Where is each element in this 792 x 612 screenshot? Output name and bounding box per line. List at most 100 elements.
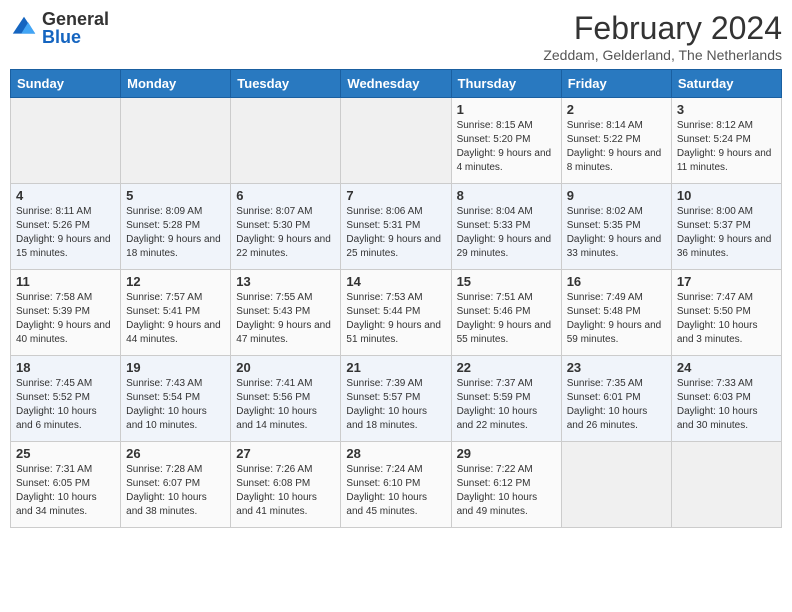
calendar-cell: 2 Sunrise: 8:14 AM Sunset: 5:22 PM Daylig… <box>561 98 671 184</box>
day-info: Sunrise: 8:09 AM Sunset: 5:28 PM Dayligh… <box>126 205 225 261</box>
calendar-cell: 16Sunrise: 7:49 AM Sunset: 5:48 PM Dayli… <box>561 270 671 356</box>
logo-general-text: General <box>42 10 109 28</box>
calendar-cell: 7Sunrise: 8:06 AM Sunset: 5:31 PM Daylig… <box>341 184 451 270</box>
day-number: 9 <box>567 188 666 203</box>
day-number: 13 <box>236 274 335 289</box>
day-info: Sunrise: 7:47 AM Sunset: 5:50 PM Dayligh… <box>677 291 776 347</box>
day-number: 26 <box>126 446 225 461</box>
day-number: 19 <box>126 360 225 375</box>
calendar-cell <box>231 98 341 184</box>
calendar-cell: 8 Sunrise: 8:04 AM Sunset: 5:33 PM Daylig… <box>451 184 561 270</box>
day-number: 10 <box>677 188 776 203</box>
day-number: 15 <box>457 274 556 289</box>
day-info: Sunrise: 7:45 AM Sunset: 5:52 PM Dayligh… <box>16 377 115 433</box>
logo-blue-text: Blue <box>42 28 109 46</box>
day-info: Sunrise: 8:12 AM Sunset: 5:24 PM Dayligh… <box>677 119 776 175</box>
calendar-cell: 6 Sunrise: 8:07 AM Sunset: 5:30 PM Daylig… <box>231 184 341 270</box>
calendar-cell: 1 Sunrise: 8:15 AM Sunset: 5:20 PM Daylig… <box>451 98 561 184</box>
day-number: 25 <box>16 446 115 461</box>
calendar-cell: 5 Sunrise: 8:09 AM Sunset: 5:28 PM Daylig… <box>121 184 231 270</box>
calendar-cell: 21 Sunrise: 7:39 AM Sunset: 5:57 PM Dayli… <box>341 356 451 442</box>
calendar-table: SundayMondayTuesdayWednesdayThursdayFrid… <box>10 69 782 528</box>
calendar-cell: 19Sunrise: 7:43 AM Sunset: 5:54 PM Dayli… <box>121 356 231 442</box>
calendar-week-row: 25 Sunrise: 7:31 AM Sunset: 6:05 PM Dayli… <box>11 442 782 528</box>
day-info: Sunrise: 7:31 AM Sunset: 6:05 PM Dayligh… <box>16 463 115 519</box>
day-info: Sunrise: 7:22 AM Sunset: 6:12 PM Dayligh… <box>457 463 556 519</box>
day-info: Sunrise: 7:55 AM Sunset: 5:43 PM Dayligh… <box>236 291 335 347</box>
calendar-cell: 9 Sunrise: 8:02 AM Sunset: 5:35 PM Daylig… <box>561 184 671 270</box>
header-monday: Monday <box>121 70 231 98</box>
day-number: 11 <box>16 274 115 289</box>
title-block: February 2024 Zeddam, Gelderland, The Ne… <box>543 10 782 63</box>
day-number: 1 <box>457 102 556 117</box>
calendar-cell: 22Sunrise: 7:37 AM Sunset: 5:59 PM Dayli… <box>451 356 561 442</box>
day-number: 6 <box>236 188 335 203</box>
calendar-cell: 15Sunrise: 7:51 AM Sunset: 5:46 PM Dayli… <box>451 270 561 356</box>
calendar-header-row: SundayMondayTuesdayWednesdayThursdayFrid… <box>11 70 782 98</box>
logo-icon <box>10 14 38 42</box>
calendar-cell <box>671 442 781 528</box>
day-info: Sunrise: 7:35 AM Sunset: 6:01 PM Dayligh… <box>567 377 666 433</box>
calendar-cell: 3 Sunrise: 8:12 AM Sunset: 5:24 PM Daylig… <box>671 98 781 184</box>
day-info: Sunrise: 7:37 AM Sunset: 5:59 PM Dayligh… <box>457 377 556 433</box>
day-info: Sunrise: 7:39 AM Sunset: 5:57 PM Dayligh… <box>346 377 445 433</box>
day-info: Sunrise: 7:58 AM Sunset: 5:39 PM Dayligh… <box>16 291 115 347</box>
day-number: 24 <box>677 360 776 375</box>
day-info: Sunrise: 8:02 AM Sunset: 5:35 PM Dayligh… <box>567 205 666 261</box>
day-number: 29 <box>457 446 556 461</box>
calendar-cell <box>121 98 231 184</box>
day-info: Sunrise: 8:07 AM Sunset: 5:30 PM Dayligh… <box>236 205 335 261</box>
calendar-cell: 23Sunrise: 7:35 AM Sunset: 6:01 PM Dayli… <box>561 356 671 442</box>
header-wednesday: Wednesday <box>341 70 451 98</box>
day-info: Sunrise: 8:04 AM Sunset: 5:33 PM Dayligh… <box>457 205 556 261</box>
day-number: 8 <box>457 188 556 203</box>
header-saturday: Saturday <box>671 70 781 98</box>
day-info: Sunrise: 8:15 AM Sunset: 5:20 PM Dayligh… <box>457 119 556 175</box>
day-info: Sunrise: 7:24 AM Sunset: 6:10 PM Dayligh… <box>346 463 445 519</box>
calendar-cell: 4Sunrise: 8:11 AM Sunset: 5:26 PM Daylig… <box>11 184 121 270</box>
header-friday: Friday <box>561 70 671 98</box>
calendar-cell: 18 Sunrise: 7:45 AM Sunset: 5:52 PM Dayli… <box>11 356 121 442</box>
calendar-cell: 28 Sunrise: 7:24 AM Sunset: 6:10 PM Dayli… <box>341 442 451 528</box>
day-info: Sunrise: 7:26 AM Sunset: 6:08 PM Dayligh… <box>236 463 335 519</box>
day-number: 21 <box>346 360 445 375</box>
day-number: 27 <box>236 446 335 461</box>
calendar-cell: 17 Sunrise: 7:47 AM Sunset: 5:50 PM Dayli… <box>671 270 781 356</box>
day-info: Sunrise: 7:28 AM Sunset: 6:07 PM Dayligh… <box>126 463 225 519</box>
day-info: Sunrise: 8:14 AM Sunset: 5:22 PM Dayligh… <box>567 119 666 175</box>
day-info: Sunrise: 7:53 AM Sunset: 5:44 PM Dayligh… <box>346 291 445 347</box>
day-info: Sunrise: 7:33 AM Sunset: 6:03 PM Dayligh… <box>677 377 776 433</box>
calendar-cell: 11 Sunrise: 7:58 AM Sunset: 5:39 PM Dayli… <box>11 270 121 356</box>
day-number: 28 <box>346 446 445 461</box>
calendar-cell: 29 Sunrise: 7:22 AM Sunset: 6:12 PM Dayli… <box>451 442 561 528</box>
calendar-cell: 24 Sunrise: 7:33 AM Sunset: 6:03 PM Dayli… <box>671 356 781 442</box>
day-info: Sunrise: 7:41 AM Sunset: 5:56 PM Dayligh… <box>236 377 335 433</box>
day-number: 3 <box>677 102 776 117</box>
calendar-cell: 25 Sunrise: 7:31 AM Sunset: 6:05 PM Dayli… <box>11 442 121 528</box>
calendar-week-row: 1 Sunrise: 8:15 AM Sunset: 5:20 PM Daylig… <box>11 98 782 184</box>
day-number: 7 <box>346 188 445 203</box>
calendar-week-row: 18 Sunrise: 7:45 AM Sunset: 5:52 PM Dayli… <box>11 356 782 442</box>
day-number: 5 <box>126 188 225 203</box>
calendar-week-row: 4Sunrise: 8:11 AM Sunset: 5:26 PM Daylig… <box>11 184 782 270</box>
calendar-cell: 13 Sunrise: 7:55 AM Sunset: 5:43 PM Dayli… <box>231 270 341 356</box>
header-tuesday: Tuesday <box>231 70 341 98</box>
calendar-cell: 10 Sunrise: 8:00 AM Sunset: 5:37 PM Dayli… <box>671 184 781 270</box>
calendar-cell: 14 Sunrise: 7:53 AM Sunset: 5:44 PM Dayli… <box>341 270 451 356</box>
logo-text: General Blue <box>42 10 109 46</box>
logo: General Blue <box>10 10 109 46</box>
calendar-cell <box>561 442 671 528</box>
calendar-cell: 12Sunrise: 7:57 AM Sunset: 5:41 PM Dayli… <box>121 270 231 356</box>
day-number: 2 <box>567 102 666 117</box>
day-number: 16 <box>567 274 666 289</box>
calendar-cell: 27 Sunrise: 7:26 AM Sunset: 6:08 PM Dayli… <box>231 442 341 528</box>
day-number: 14 <box>346 274 445 289</box>
day-number: 17 <box>677 274 776 289</box>
header-sunday: Sunday <box>11 70 121 98</box>
day-number: 18 <box>16 360 115 375</box>
calendar-week-row: 11 Sunrise: 7:58 AM Sunset: 5:39 PM Dayli… <box>11 270 782 356</box>
month-year-title: February 2024 <box>543 10 782 47</box>
day-number: 20 <box>236 360 335 375</box>
day-info: Sunrise: 8:00 AM Sunset: 5:37 PM Dayligh… <box>677 205 776 261</box>
calendar-cell <box>341 98 451 184</box>
